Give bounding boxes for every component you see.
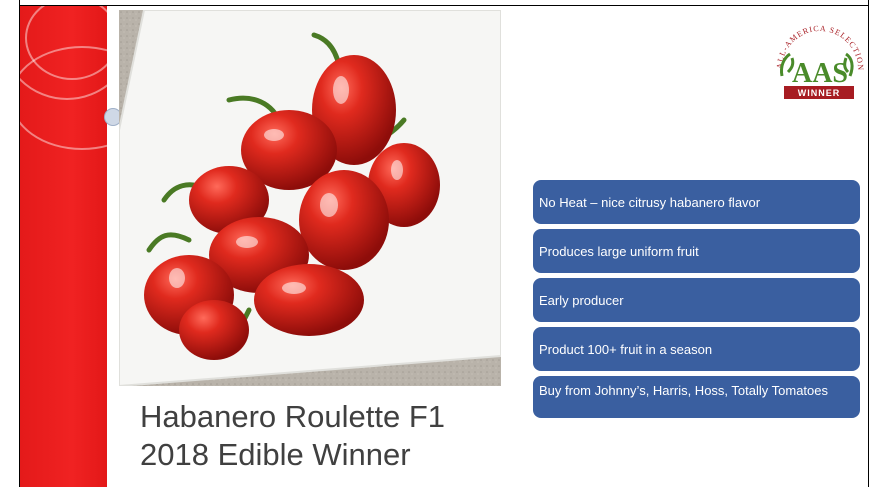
feature-item: Product 100+ fruit in a season [533, 327, 860, 371]
feature-item: Produces large uniform fruit [533, 229, 860, 273]
feature-item: No Heat – nice citrusy habanero flavor [533, 180, 860, 224]
feature-item-text: Product 100+ fruit in a season [539, 341, 713, 357]
feature-item: Buy from Johnny’s, Harris, Hoss, Totally… [533, 376, 860, 418]
slide-right-edge [868, 0, 881, 487]
slide-left-edge [0, 0, 20, 487]
feature-item: Early producer [533, 278, 860, 322]
slide-title: Habanero Roulette F1 2018 Edible Winner [140, 398, 510, 474]
slide-top-edge [0, 0, 881, 6]
feature-list: No Heat – nice citrusy habanero flavor P… [533, 180, 860, 423]
feature-item-text: No Heat – nice citrusy habanero flavor [539, 194, 761, 210]
red-accent-band [20, 6, 107, 487]
logo-badge-text: WINNER [798, 88, 841, 98]
feature-item-text: Early producer [539, 292, 624, 308]
aas-winner-logo: ALL-AMERICA SELECTIONS AAS WINNER [767, 7, 868, 104]
habanero-peppers-photo [119, 10, 501, 386]
feature-item-text: Produces large uniform fruit [539, 243, 699, 259]
title-line-2: 2018 Edible Winner [140, 437, 411, 472]
slide: Habanero Roulette F1 2018 Edible Winner … [0, 0, 881, 487]
logo-letters: AAS [792, 58, 848, 89]
feature-item-text: Buy from Johnny’s, Harris, Hoss, Totally… [539, 383, 829, 398]
title-line-1: Habanero Roulette F1 [140, 399, 446, 434]
